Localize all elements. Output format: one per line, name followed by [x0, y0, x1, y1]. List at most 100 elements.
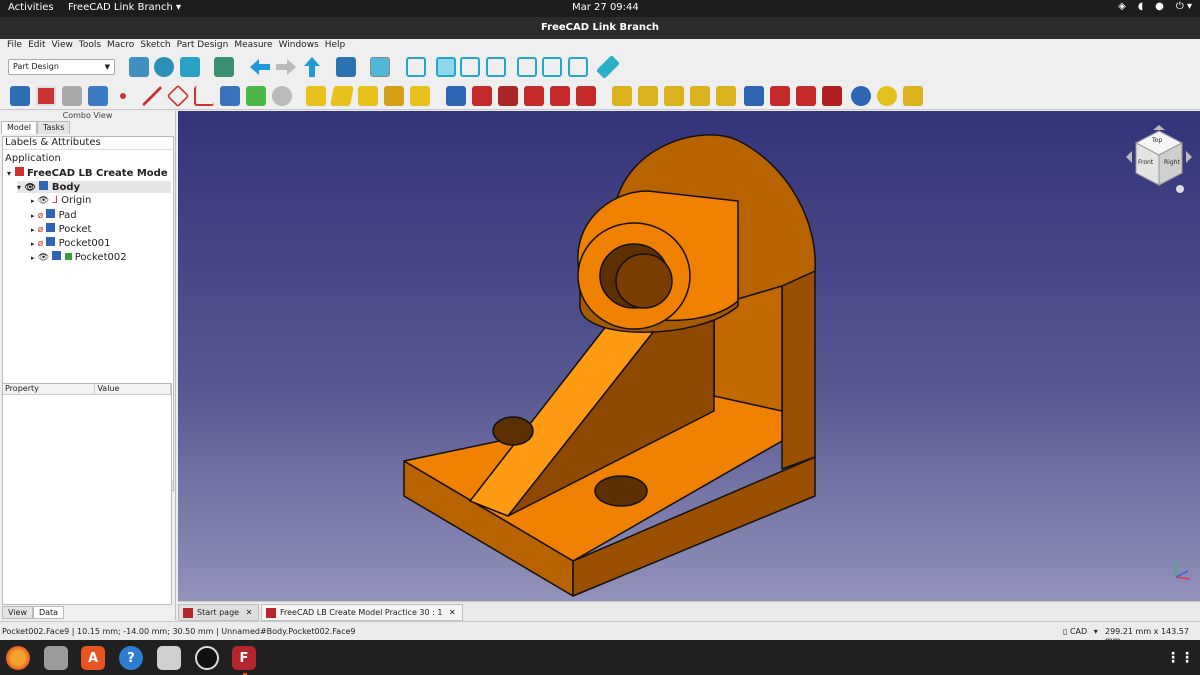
menu-measure[interactable]: Measure	[231, 39, 275, 53]
screenshot-icon[interactable]	[157, 646, 181, 670]
datum-point-icon[interactable]	[120, 93, 126, 99]
zoom-icon[interactable]	[370, 57, 390, 77]
tree-item-pocket[interactable]: ▸ ø Pocket	[31, 223, 91, 235]
collapse-arrow-icon[interactable]: ▸	[31, 254, 35, 262]
collapse-arrow-icon[interactable]: ▸	[31, 226, 35, 234]
system-tray[interactable]: ◈ ◖ ● ⏻ ▾	[1118, 1, 1192, 12]
navigation-style[interactable]: ▯ CAD ▾	[1063, 627, 1098, 636]
fit-selection-icon[interactable]	[154, 57, 174, 77]
front-view-icon[interactable]	[436, 57, 456, 77]
expand-arrow-icon[interactable]: ▾	[7, 169, 11, 178]
left-view-icon[interactable]	[568, 57, 588, 77]
tab-view[interactable]: View	[2, 606, 33, 619]
menu-help[interactable]: Help	[322, 39, 349, 53]
sprocket-icon[interactable]	[877, 86, 897, 106]
visibility-eye-icon[interactable]: 👁	[38, 196, 49, 206]
fillet-icon[interactable]	[744, 86, 764, 106]
menu-file[interactable]: File	[4, 39, 25, 53]
menu-macro[interactable]: Macro	[104, 39, 137, 53]
boolean-icon[interactable]	[851, 86, 871, 106]
menu-part-design[interactable]: Part Design	[174, 39, 232, 53]
tab-model[interactable]: Model	[1, 121, 38, 134]
close-icon[interactable]: ✕	[246, 608, 253, 617]
scaled-icon[interactable]	[690, 86, 710, 106]
thickness-icon[interactable]	[822, 86, 842, 106]
shape-binder-icon[interactable]	[88, 86, 108, 106]
clock[interactable]: Mar 27 09:44	[572, 2, 639, 13]
hole-icon[interactable]	[472, 86, 492, 106]
tree-item-pocket001[interactable]: ▸ ø Pocket001	[31, 237, 110, 249]
chamfer-icon[interactable]	[770, 86, 790, 106]
bottom-view-icon[interactable]	[542, 57, 562, 77]
pipe-icon[interactable]	[384, 86, 404, 106]
app-menu[interactable]: FreeCAD Link Branch ▾	[68, 2, 181, 13]
groove-icon[interactable]	[498, 86, 518, 106]
migrate-icon[interactable]	[903, 86, 923, 106]
face-icon[interactable]	[272, 86, 292, 106]
property-editor[interactable]: Property Value	[2, 383, 172, 605]
polar-pattern-icon[interactable]	[664, 86, 684, 106]
hidden-eye-icon[interactable]: ø	[38, 239, 44, 249]
visibility-eye-icon[interactable]: 👁	[25, 183, 36, 193]
create-sketch-icon[interactable]	[36, 86, 56, 106]
workbench-selector[interactable]: Part Design ▼	[8, 59, 115, 75]
fit-all-icon[interactable]	[129, 57, 149, 77]
freecad-icon[interactable]: F	[232, 646, 256, 670]
expand-arrow-icon[interactable]: ▾	[17, 183, 21, 192]
files-icon[interactable]	[44, 646, 68, 670]
collapse-arrow-icon[interactable]: ▸	[31, 197, 35, 205]
tree-document[interactable]: ▾ FreeCAD LB Create Mode	[7, 167, 168, 179]
3d-viewport[interactable]: Top Front Right	[178, 111, 1200, 601]
menu-edit[interactable]: Edit	[25, 39, 48, 53]
multi-transform-icon[interactable]	[716, 86, 736, 106]
menu-sketch[interactable]: Sketch	[137, 39, 173, 53]
tree-body[interactable]: ▾ 👁 Body	[17, 181, 171, 193]
tab-start-page[interactable]: Start page ✕	[178, 604, 260, 621]
revolution-icon[interactable]	[330, 86, 354, 106]
tree-item-origin[interactable]: ▸ 👁 ⅃ Origin	[31, 195, 91, 206]
body-icon[interactable]	[10, 86, 30, 106]
pad-icon[interactable]	[306, 86, 326, 106]
draw-style-icon[interactable]	[180, 57, 200, 77]
back-arrow-icon[interactable]	[250, 59, 270, 75]
sub-shape-binder-icon[interactable]	[220, 86, 240, 106]
rear-view-icon[interactable]	[517, 57, 537, 77]
tree-application[interactable]: Application	[5, 153, 61, 164]
pocket-icon[interactable]	[446, 86, 466, 106]
mirrored-icon[interactable]	[612, 86, 632, 106]
subtractive-loft-icon[interactable]	[524, 86, 544, 106]
tree-item-pocket002[interactable]: ▸ 👁 Pocket002	[31, 251, 127, 263]
linear-pattern-icon[interactable]	[638, 86, 658, 106]
std-views-icon[interactable]	[336, 57, 356, 77]
up-arrow-icon[interactable]	[304, 57, 320, 77]
tab-tasks[interactable]: Tasks	[37, 121, 71, 134]
helix-icon[interactable]	[410, 86, 430, 106]
top-view-icon[interactable]	[460, 57, 480, 77]
menu-view[interactable]: View	[49, 39, 76, 53]
subtractive-helix-icon[interactable]	[576, 86, 596, 106]
visibility-eye-icon[interactable]: 👁	[38, 253, 49, 263]
collapse-arrow-icon[interactable]: ▸	[31, 240, 35, 248]
3d-model[interactable]	[178, 111, 1200, 601]
isometric-view-icon[interactable]	[406, 57, 426, 77]
close-icon[interactable]: ✕	[449, 608, 456, 617]
clone-icon[interactable]	[246, 86, 266, 106]
measure-icon[interactable]	[595, 54, 621, 80]
help-icon[interactable]: ?	[119, 646, 143, 670]
menu-tools[interactable]: Tools	[76, 39, 104, 53]
tree-item-pad[interactable]: ▸ ø Pad	[31, 209, 77, 221]
collapse-arrow-icon[interactable]: ▸	[31, 212, 35, 220]
subtractive-pipe-icon[interactable]	[550, 86, 570, 106]
activities-button[interactable]: Activities	[8, 2, 54, 13]
datum-plane-icon[interactable]	[166, 84, 190, 108]
bounding-box-icon[interactable]	[214, 57, 234, 77]
tab-document[interactable]: FreeCAD LB Create Model Practice 30 : 1 …	[261, 604, 463, 621]
loft-icon[interactable]	[358, 86, 378, 106]
hidden-eye-icon[interactable]: ø	[38, 225, 44, 235]
navigation-cube[interactable]: Top Front Right	[1124, 125, 1194, 201]
right-view-icon[interactable]	[486, 57, 506, 77]
software-center-icon[interactable]: A	[81, 646, 105, 670]
menu-windows[interactable]: Windows	[276, 39, 322, 53]
forward-arrow-icon[interactable]	[276, 59, 296, 75]
hidden-eye-icon[interactable]: ø	[38, 211, 44, 221]
